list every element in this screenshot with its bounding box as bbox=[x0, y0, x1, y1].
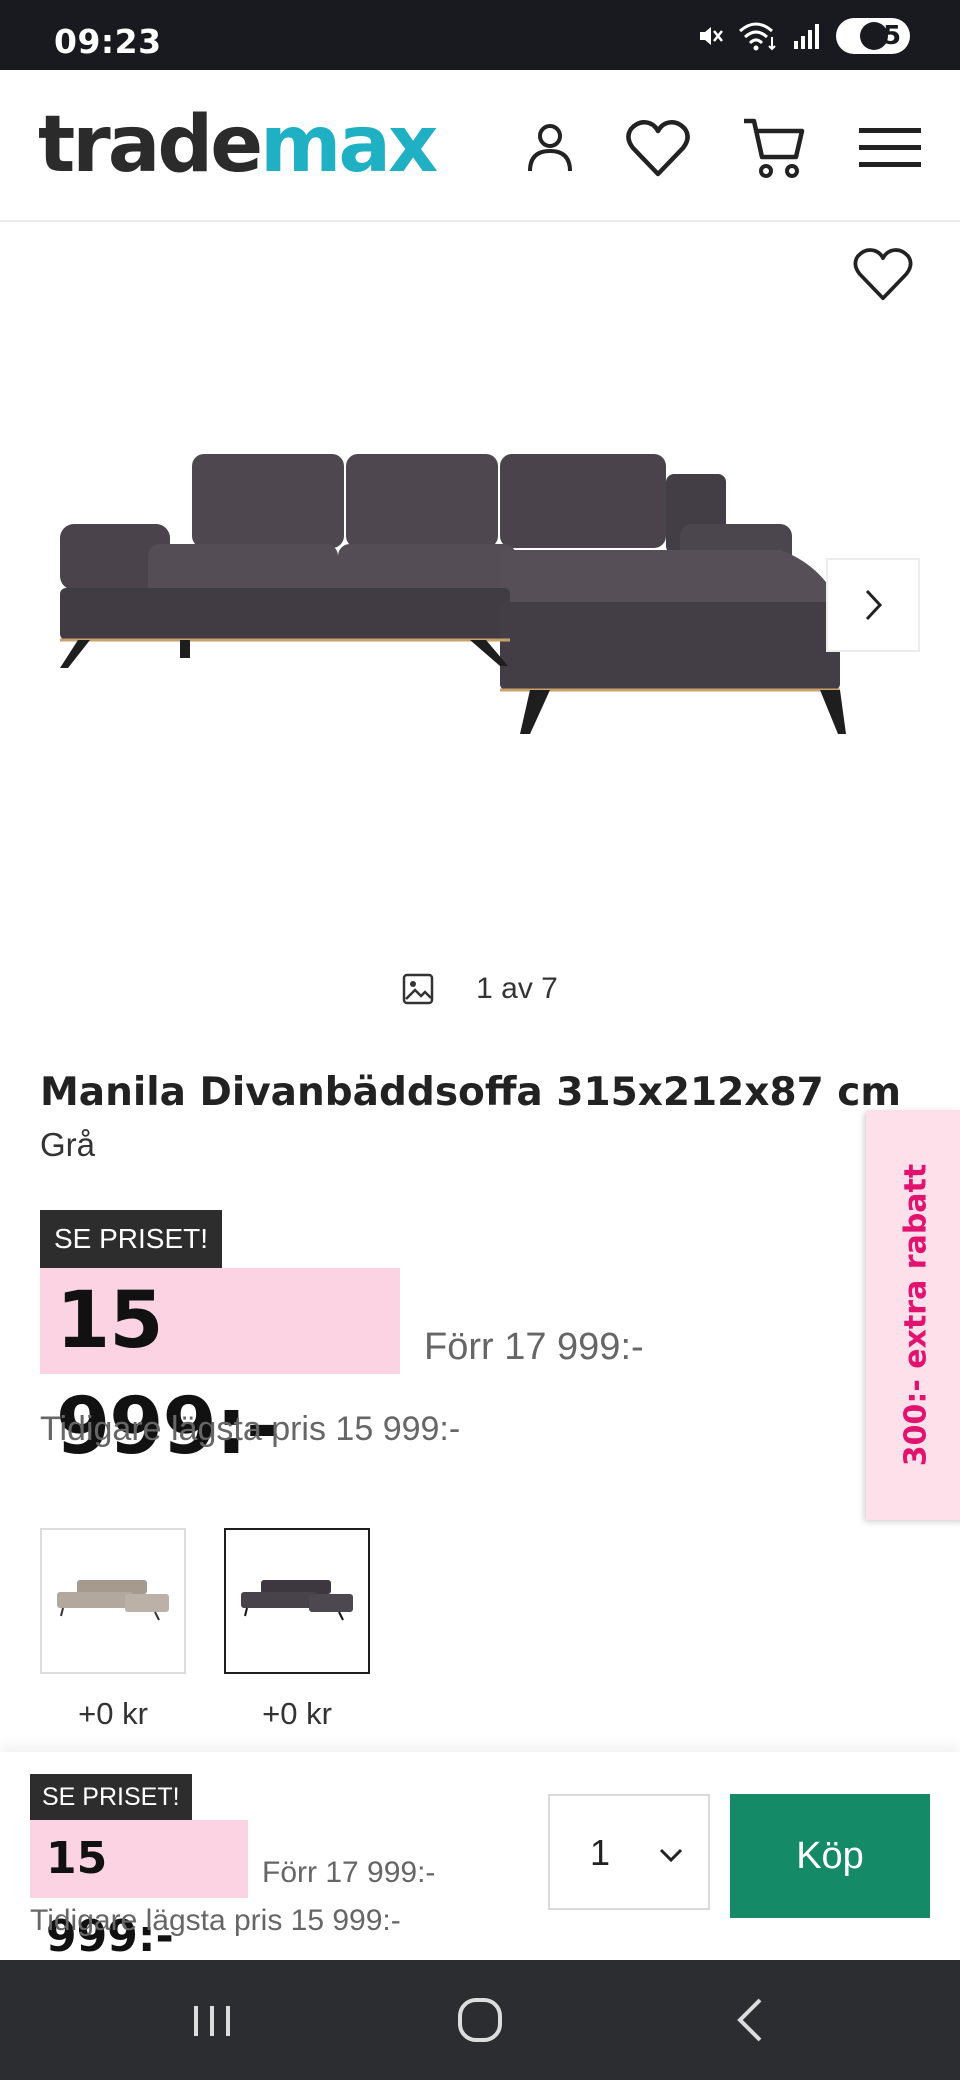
battery-level: 55 bbox=[864, 21, 902, 51]
recent-apps-icon[interactable] bbox=[182, 1990, 242, 2050]
mute-icon bbox=[694, 21, 724, 51]
product-price: 15 999:- bbox=[40, 1268, 400, 1472]
chevron-down-icon bbox=[656, 1840, 686, 1870]
buy-button[interactable]: Köp bbox=[730, 1794, 930, 1918]
quantity-select[interactable]: 1 bbox=[548, 1794, 710, 1910]
gallery-next-button[interactable] bbox=[826, 558, 920, 652]
quantity-value: 1 bbox=[590, 1832, 611, 1873]
swatch-price-gray: +0 kr bbox=[262, 1696, 332, 1731]
product-title: Manila Divanbäddsoffa 315x212x87 cm bbox=[40, 1070, 902, 1115]
menu-icon[interactable] bbox=[854, 112, 926, 184]
chevron-right-icon bbox=[865, 589, 883, 621]
gallery-counter: 1 av 7 bbox=[0, 972, 960, 1006]
previous-price: Förr 17 999:- bbox=[424, 1326, 644, 1368]
price-badge: SE PRISET! bbox=[40, 1210, 223, 1268]
signal-icon bbox=[792, 21, 822, 51]
swatch-image-gray bbox=[241, 1580, 353, 1621]
logo-part-trade: trade bbox=[38, 100, 263, 190]
system-nav-bar bbox=[0, 1960, 960, 2080]
buybar-previous-price: Förr 17 999:- bbox=[262, 1856, 436, 1889]
status-time: 09:23 bbox=[54, 22, 162, 61]
gallery-counter-text: 1 av 7 bbox=[476, 972, 558, 1005]
add-to-wishlist-icon[interactable] bbox=[852, 246, 914, 308]
buybar-price-badge: SE PRISET! bbox=[30, 1774, 192, 1820]
wishlist-icon[interactable] bbox=[622, 112, 694, 184]
color-swatch-gray[interactable] bbox=[224, 1528, 370, 1674]
color-swatch-beige[interactable] bbox=[40, 1528, 186, 1674]
back-icon[interactable] bbox=[720, 1990, 780, 2050]
site-header: trademax bbox=[0, 70, 960, 222]
logo-part-max: max bbox=[260, 100, 438, 190]
home-icon[interactable] bbox=[450, 1990, 510, 2050]
sticky-buy-bar: SE PRISET! 15 999:- Förr 17 999:- Tidiga… bbox=[0, 1752, 960, 1962]
product-image[interactable] bbox=[60, 454, 900, 784]
battery-icon: 55 bbox=[836, 18, 910, 54]
trademax-logo[interactable]: trademax bbox=[38, 100, 438, 190]
buybar-lowest-price-note: Tidigare lägsta pris 15 999:- bbox=[30, 1904, 401, 1937]
product-gallery[interactable]: 1 av 7 bbox=[0, 224, 960, 1044]
image-icon bbox=[402, 973, 434, 1005]
promo-side-tab-label: 300:- extra rabatt bbox=[898, 1163, 934, 1467]
status-icons: 55 bbox=[694, 16, 910, 56]
wifi-icon bbox=[738, 21, 778, 51]
product-variant: Grå bbox=[40, 1126, 96, 1163]
promo-side-tab[interactable]: 300:- extra rabatt bbox=[866, 1110, 960, 1520]
lowest-price-note: Tidigare lägsta pris 15 999:- bbox=[40, 1410, 461, 1448]
cart-icon[interactable] bbox=[738, 112, 810, 184]
status-bar: 09:23 55 bbox=[0, 0, 960, 70]
swatch-price-beige: +0 kr bbox=[78, 1696, 148, 1731]
swatch-image-beige bbox=[57, 1580, 169, 1621]
account-icon[interactable] bbox=[514, 112, 586, 184]
buybar-price: 15 999:- bbox=[30, 1820, 248, 1962]
